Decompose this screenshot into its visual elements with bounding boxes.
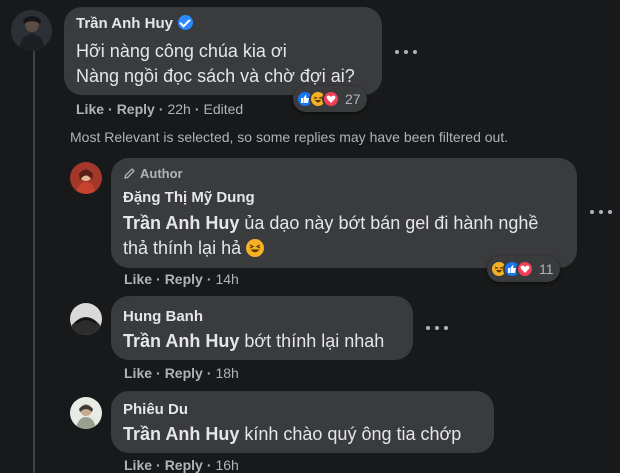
- avatar[interactable]: [70, 162, 102, 194]
- love-icon: [516, 260, 534, 278]
- author-name[interactable]: Trần Anh Huy: [76, 15, 173, 32]
- reply-text: bớt thính lại nhah: [244, 331, 385, 351]
- like-button[interactable]: Like: [124, 271, 152, 287]
- comment-text-line2: Nàng ngồi đọc sách và chờ đợi ai?: [76, 66, 355, 86]
- reply-author[interactable]: Phiêu Du: [123, 401, 188, 418]
- verified-badge-icon: [177, 15, 193, 30]
- reply-text: kính chào quý ông tia chớp: [244, 424, 462, 444]
- thread-line: [33, 48, 35, 473]
- reply-text-line2: thả thính lại hả: [123, 238, 265, 259]
- reply-text-line1: Trần Anh Huy ủa dạo này bớt bán gel đi h…: [123, 213, 538, 234]
- reply-text: thả thính lại hả: [123, 238, 242, 258]
- reaction-summary[interactable]: 27: [293, 86, 367, 112]
- avatar[interactable]: [70, 397, 102, 429]
- badge-label: Author: [140, 166, 183, 181]
- reaction-summary[interactable]: 11: [487, 256, 560, 282]
- reply-button[interactable]: Reply: [117, 101, 155, 117]
- reply-button[interactable]: Reply: [165, 457, 203, 473]
- reply-text: ủa dạo này bớt bán gel đi hành nghề: [244, 213, 539, 233]
- author-badge: Author: [123, 166, 183, 183]
- timestamp[interactable]: 18h: [215, 365, 238, 381]
- mention-tag[interactable]: Trần Anh Huy: [123, 331, 239, 351]
- pencil-icon: [123, 167, 136, 183]
- love-icon: [322, 90, 340, 108]
- reply-text-line: Trần Anh Huy kính chào quý ông tia chớp: [123, 424, 461, 445]
- timestamp[interactable]: 22h: [167, 101, 190, 117]
- more-options-icon[interactable]: [426, 320, 448, 336]
- reaction-count: 27: [345, 91, 361, 107]
- avatar[interactable]: [11, 10, 52, 51]
- timestamp[interactable]: 14h: [215, 271, 238, 287]
- like-button[interactable]: Like: [76, 101, 104, 117]
- reply-actions: Like · Reply · 14h: [124, 271, 239, 287]
- reply-bubble: Author Đặng Thị Mỹ Dung Trần Anh Huy ủa …: [111, 158, 577, 268]
- comment-author[interactable]: Trần Anh Huy: [76, 15, 193, 32]
- reply-button[interactable]: Reply: [165, 271, 203, 287]
- reply-actions: Like · Reply · 18h: [124, 365, 239, 381]
- like-button[interactable]: Like: [124, 457, 152, 473]
- reply-bubble: Phiêu Du Trần Anh Huy kính chào quý ông …: [111, 391, 494, 453]
- reply-author[interactable]: Hung Banh: [123, 308, 203, 325]
- reaction-count: 11: [539, 261, 554, 277]
- reply-bubble: Hung Banh Trần Anh Huy bớt thính lại nha…: [111, 296, 413, 360]
- like-button[interactable]: Like: [124, 365, 152, 381]
- reply-button[interactable]: Reply: [165, 365, 203, 381]
- more-options-icon[interactable]: [395, 44, 417, 60]
- reply-author[interactable]: Đặng Thị Mỹ Dung: [123, 189, 255, 206]
- mention-tag[interactable]: Trần Anh Huy: [123, 213, 239, 233]
- filter-notice: Most Relevant is selected, so some repli…: [70, 129, 509, 145]
- comment-actions: Like · Reply · 22h · Edited: [76, 101, 244, 117]
- timestamp[interactable]: 16h: [215, 457, 238, 473]
- more-options-icon[interactable]: [590, 204, 612, 220]
- reply-actions: Like · Reply · 16h: [124, 457, 239, 473]
- avatar[interactable]: [70, 303, 102, 335]
- reply-text-line: Trần Anh Huy bớt thính lại nhah: [123, 331, 384, 352]
- comment-bubble: Trần Anh Huy Hỡi nàng công chúa kia ơi N…: [64, 7, 382, 95]
- comment-text-line1: Hỡi nàng công chúa kia ơi: [76, 41, 287, 61]
- mention-tag[interactable]: Trần Anh Huy: [123, 424, 239, 444]
- grinning-emoji-icon: [246, 239, 265, 257]
- edited-label: Edited: [203, 101, 244, 117]
